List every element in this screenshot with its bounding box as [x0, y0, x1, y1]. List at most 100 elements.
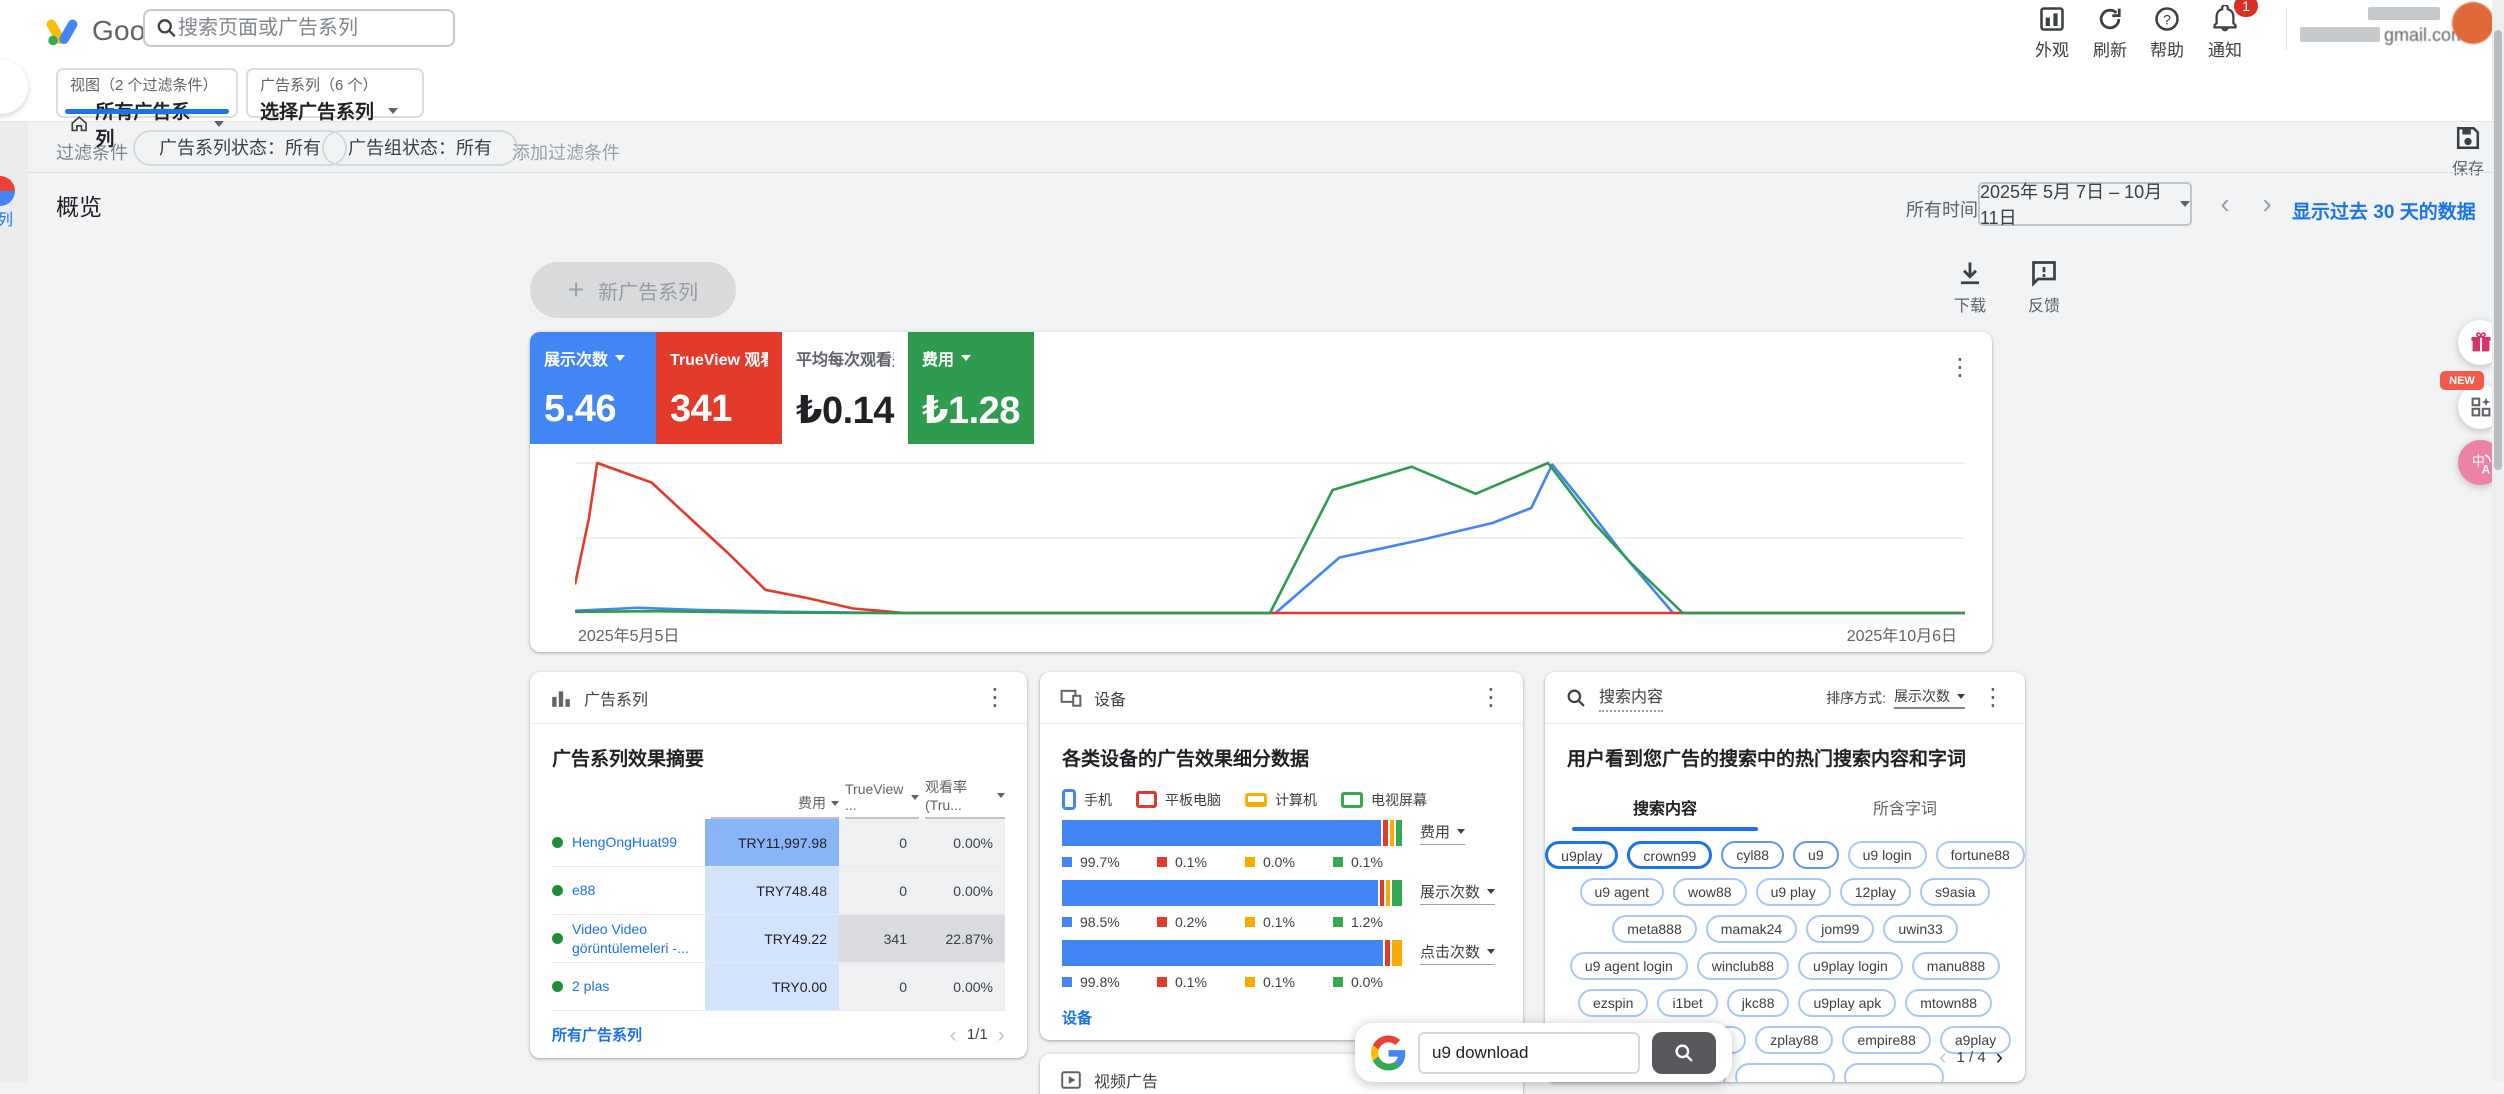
page-next-icon[interactable]: › [1996, 1046, 2003, 1068]
kebab-menu-icon[interactable]: ⋮ [1981, 686, 2005, 710]
date-prev-button[interactable]: ‹ [2212, 188, 2238, 220]
global-search[interactable] [143, 9, 455, 47]
search-input[interactable] [178, 17, 443, 40]
svg-text:?: ? [2163, 12, 2171, 28]
x-axis-end-label: 2025年10月6日 [1847, 622, 1957, 646]
device-metric-selector[interactable]: 费用 [1420, 821, 1465, 845]
search-term-chip[interactable]: s9asia [1920, 878, 1990, 906]
overlay-search-input[interactable] [1418, 1032, 1640, 1074]
tab-search-terms[interactable]: 搜索内容 [1545, 787, 1785, 831]
search-term-chip[interactable]: jkc88 [1727, 989, 1790, 1017]
campaign-name-cell: Video Video görüntülemeleri -... [552, 915, 705, 962]
campaign-selector[interactable]: 广告系列（6 个） 选择广告系列 [246, 68, 424, 118]
search-term-chip[interactable]: crown99 [1627, 841, 1712, 869]
page-prev-icon[interactable]: ‹ [949, 1024, 956, 1046]
help-button[interactable]: ? 帮助 [2137, 5, 2197, 61]
download-button[interactable]: 下载 [1938, 258, 2002, 316]
all-campaigns-link[interactable]: 所有广告系列 [552, 1024, 642, 1045]
search-term-chip[interactable]: manu888 [1912, 952, 2000, 980]
refresh-label: 刷新 [2093, 36, 2127, 61]
search-term-chip[interactable]: i1bet [1657, 989, 1717, 1017]
bar-segment-mobile [1062, 820, 1381, 846]
search-term-chip[interactable]: cyl88 [1721, 841, 1784, 869]
devices-link[interactable]: 设备 [1062, 1007, 1092, 1028]
search-term-chip[interactable]: u9 login [1848, 841, 1927, 869]
search-term-chip[interactable]: u9 play [1756, 878, 1831, 906]
view-rate-cell: 0.00% [919, 963, 1005, 1010]
date-range-picker[interactable]: 2025年 5月 7日 – 10月 11日 [1978, 182, 2192, 226]
card-title: 视频广告 [1094, 1068, 1158, 1092]
metric-card-trueview-views[interactable]: TrueView 观看次数 341 [656, 332, 782, 444]
avatar[interactable] [2452, 2, 2494, 44]
campaign-name-cell: HengOngHuat99 [552, 819, 705, 866]
sort-value-selector[interactable]: 展示次数 [1894, 686, 1965, 709]
campaign-link[interactable]: HengOngHuat99 [572, 833, 677, 852]
save-button[interactable]: 保存 [2438, 124, 2498, 179]
view-selector[interactable]: 视图（2 个过滤条件） 所有广告系列 [56, 68, 238, 118]
kebab-menu-icon[interactable]: ⋮ [1479, 686, 1503, 710]
search-term-chip[interactable]: 12play [1840, 878, 1911, 906]
search-term-chip[interactable]: zplay88 [1755, 1026, 1833, 1054]
search-term-chip[interactable] [1844, 1063, 1944, 1082]
show-last-30-days-link[interactable]: 显示过去 30 天的数据 [2292, 197, 2476, 224]
search-term-chip[interactable]: jom99 [1806, 915, 1874, 943]
campaign-link[interactable]: e88 [572, 881, 595, 900]
views-cell: 0 [839, 963, 919, 1010]
overlay-search-button[interactable] [1652, 1032, 1716, 1074]
page-next-icon[interactable]: › [998, 1024, 1005, 1046]
redacted-account-name [2368, 7, 2440, 20]
campaign-link[interactable]: Video Video görüntülemeleri -... [572, 920, 699, 958]
search-term-chip[interactable] [1735, 1063, 1835, 1082]
new-campaign-button[interactable]: + 新广告系列 [530, 262, 736, 318]
metric-card-impressions[interactable]: 展示次数 5.46万 [530, 332, 656, 444]
search-term-chip[interactable]: u9play [1545, 841, 1618, 869]
search-term-chip[interactable]: u9 agent login [1570, 952, 1688, 980]
feedback-button[interactable]: 反馈 [2012, 258, 2076, 316]
search-term-chip[interactable]: u9play apk [1798, 989, 1896, 1017]
tab-included-words[interactable]: 所含字词 [1785, 787, 2025, 831]
page-indicator: 1/1 [967, 1026, 988, 1043]
refresh-button[interactable]: 刷新 [2080, 5, 2140, 61]
card-subtitle: 广告系列效果摘要 [530, 724, 1027, 775]
date-next-button[interactable]: › [2254, 188, 2280, 220]
device-metric-selector[interactable]: 点击次数 [1420, 941, 1495, 965]
metric-card-cost[interactable]: 费用 ₺1.28万 [908, 332, 1034, 444]
search-term-chip[interactable]: u9 agent [1580, 878, 1665, 906]
search-term-chip[interactable]: winclub88 [1697, 952, 1789, 980]
card-title[interactable]: 搜索内容 [1599, 683, 1663, 712]
page-prev-icon[interactable]: ‹ [1939, 1046, 1946, 1068]
add-filter-button[interactable]: 添加过滤条件 [512, 139, 620, 165]
card-subtitle: 各类设备的广告效果细分数据 [1040, 724, 1523, 775]
device-metric-selector[interactable]: 展示次数 [1420, 881, 1495, 905]
appearance-button[interactable]: 外观 [2022, 5, 2082, 61]
view-rate-cell: 0.00% [919, 819, 1005, 866]
table-row: Video Video görüntülemeleri -...TRY49.22… [552, 915, 1005, 963]
campaign-link[interactable]: 2 plas [572, 977, 609, 996]
devices-icon [1060, 687, 1082, 709]
device-percentage: 99.8% [1062, 974, 1157, 990]
search-term-chip[interactable]: ezspin [1578, 989, 1648, 1017]
cost-cell: TRY748.48 [705, 867, 839, 914]
kebab-menu-icon[interactable]: ⋮ [983, 686, 1007, 710]
search-term-chip[interactable]: u9play login [1798, 952, 1903, 980]
search-term-chip[interactable]: mtown88 [1905, 989, 1992, 1017]
filter-chip-adgroup-status[interactable]: 广告组状态：所有 [322, 130, 518, 166]
column-header-view-rate[interactable]: 观看率 (Tru... [925, 777, 1005, 819]
column-header-cost[interactable]: 费用 [711, 793, 839, 819]
bar-segment-mobile [1062, 940, 1383, 966]
download-label: 下载 [1954, 292, 1986, 316]
scrollbar-thumb[interactable] [2494, 30, 2502, 470]
overview-chart-card: 展示次数 5.46万 TrueView 观看次数 341 平均每次观看费用 (.… [530, 332, 1992, 652]
column-header-trueview[interactable]: TrueView ... [845, 781, 919, 819]
search-term-chip[interactable]: u9 [1793, 841, 1839, 869]
search-term-chip[interactable]: empire88 [1842, 1026, 1930, 1054]
search-term-chip[interactable]: mamak24 [1706, 915, 1797, 943]
search-term-chip[interactable]: meta888 [1612, 915, 1696, 943]
search-term-chip[interactable]: wow88 [1673, 878, 1747, 906]
kebab-menu-icon[interactable]: ⋮ [1948, 356, 1972, 380]
search-term-chip[interactable]: fortune88 [1936, 841, 2025, 869]
search-term-chip[interactable]: uwin33 [1883, 915, 1957, 943]
search-terms-card: 搜索内容 排序方式: 展示次数 ⋮ 用户看到您广告的搜索中的热门搜索内容和字词 … [1545, 672, 2025, 1082]
page-indicator: 1 / 4 [1956, 1049, 1985, 1066]
metric-card-avg-cpv[interactable]: 平均每次观看费用 (... ₺0.14 [782, 332, 908, 444]
